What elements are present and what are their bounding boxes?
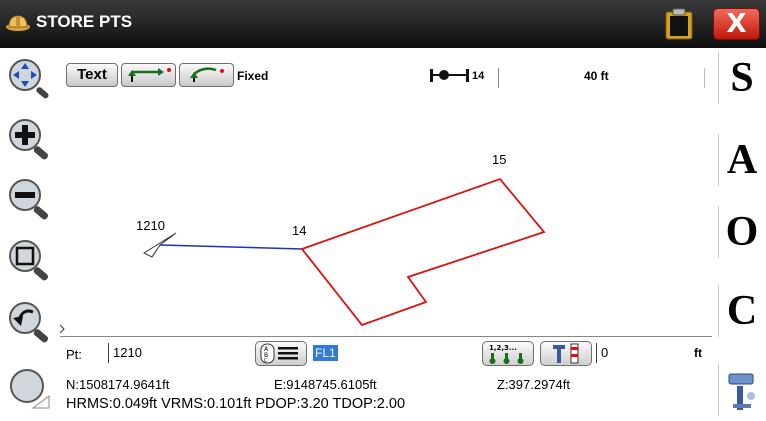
clipboard-icon[interactable] [664, 8, 694, 40]
zoom-out-button[interactable] [5, 177, 55, 221]
rod-height-icon [553, 343, 579, 364]
zoom-in-button[interactable] [5, 117, 55, 161]
map-canvas[interactable]: 1210 14 15 [60, 95, 710, 335]
svg-text:1,2,3...: 1,2,3... [489, 344, 517, 352]
sideshot-button[interactable] [179, 63, 234, 87]
point-sequence-button[interactable]: 1,2,3... [482, 341, 534, 366]
sideshot-arrow-icon [190, 67, 224, 82]
store-s-label: S [730, 55, 754, 101]
abc-list-icon: A B C [260, 343, 298, 364]
store-o-button[interactable]: O [718, 206, 765, 258]
scale-point-label: 14 [472, 70, 485, 82]
panel-divider [60, 336, 712, 337]
traverse-line [159, 244, 303, 250]
scale-separator [498, 68, 499, 88]
zoom-in-icon [9, 119, 49, 160]
description-field[interactable]: FL1 [313, 345, 338, 361]
rover-button[interactable] [718, 364, 765, 416]
traverse-arrow-icon [128, 68, 171, 82]
zoom-window-icon [9, 240, 49, 281]
point-label: 1210 [136, 218, 165, 233]
hardhat-logo-icon [6, 15, 30, 31]
map-drawing [60, 177, 546, 334]
point-number-field[interactable]: 1210 [108, 343, 253, 363]
northing-readout: N:1508174.9641ft [66, 377, 170, 392]
zoom-previous-button[interactable] [5, 300, 55, 344]
store-o-label: O [725, 209, 759, 255]
description-list-button[interactable]: A B C [255, 341, 307, 366]
rover-icon [728, 373, 755, 410]
building-outline [300, 177, 546, 327]
map-settings-icon [10, 369, 50, 409]
point-field-label: Pt: [66, 347, 82, 362]
scale-distance-label: 40 ft [584, 69, 609, 83]
scale-bar-icon [430, 69, 469, 82]
numbered-points-icon: 1,2,3... [489, 344, 524, 364]
zoom-window-button[interactable] [5, 238, 55, 282]
elevation-readout: Z:397.2974ft [497, 377, 570, 392]
zoom-out-icon [9, 179, 49, 220]
text-button[interactable]: Text [66, 63, 118, 87]
point-label: 14 [292, 223, 307, 238]
sideshot-marker [60, 324, 65, 334]
rod-height-field[interactable]: 0 [596, 343, 681, 363]
easting-readout: E:9148745.6105ft [274, 377, 377, 392]
zoom-previous-icon [9, 302, 49, 343]
mode-label: Fixed [237, 69, 269, 83]
precision-status: HRMS:0.049ft VRMS:0.101ft PDOP:3.20 TDOP… [66, 396, 406, 412]
pan-arrows-icon [9, 59, 49, 99]
map-options-button[interactable] [5, 366, 55, 410]
store-s-button[interactable]: S [718, 52, 765, 104]
title-bar: STORE PTS X [0, 0, 766, 48]
close-button[interactable]: X [713, 8, 760, 40]
store-a-button[interactable]: A [718, 134, 765, 186]
rod-unit-label: ft [694, 346, 702, 360]
store-c-button[interactable]: C [718, 285, 765, 337]
close-icon: X [726, 9, 747, 39]
inverse-button[interactable] [121, 63, 176, 87]
point-label: 15 [492, 152, 507, 167]
store-c-label: C [726, 288, 758, 334]
scale-separator-end [704, 68, 705, 88]
store-a-label: A [726, 137, 758, 183]
svg-text:C: C [264, 358, 268, 364]
window-title: STORE PTS [36, 12, 133, 31]
rod-height-button[interactable] [540, 341, 592, 366]
pan-tool-button[interactable] [5, 56, 55, 100]
